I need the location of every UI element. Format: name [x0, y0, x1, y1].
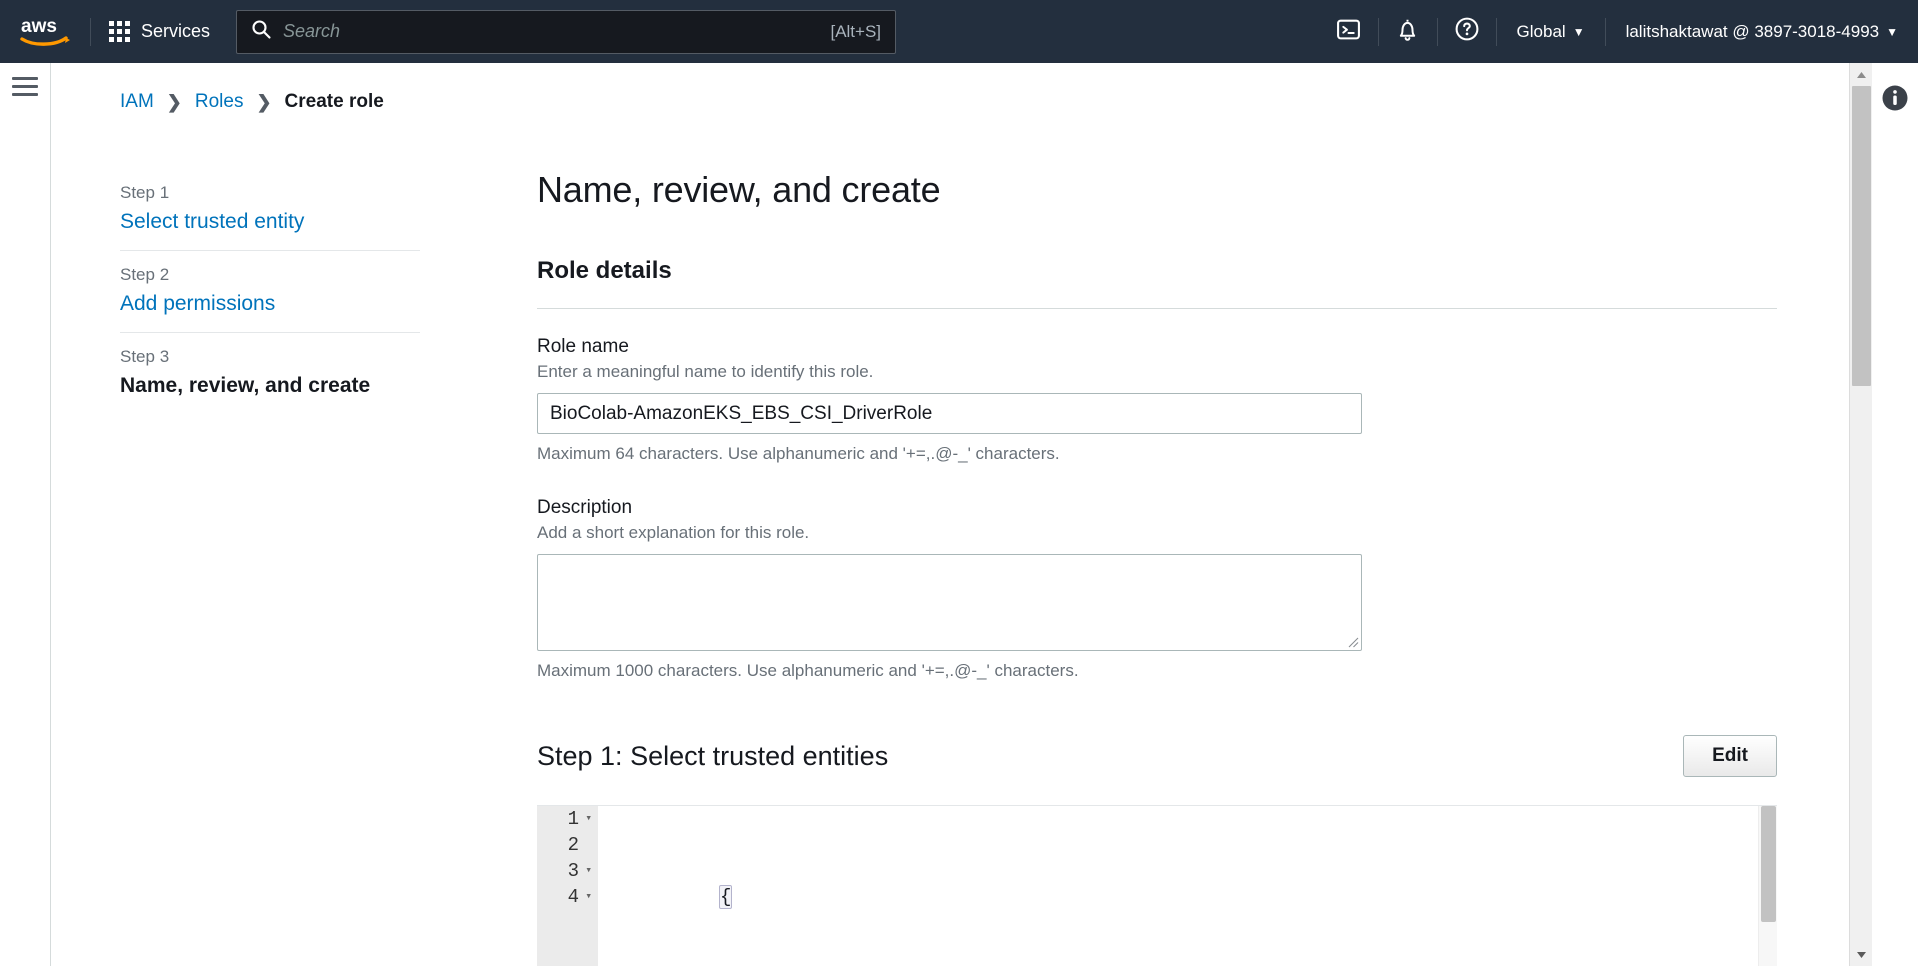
section-divider: [537, 308, 1777, 309]
breadcrumb: IAM ❯ Roles ❯ Create role: [120, 91, 384, 113]
step-number: Step 1: [120, 183, 170, 202]
step-nav-item-2[interactable]: Step 2 Add permissions: [120, 250, 420, 332]
question-circle-icon: [1454, 16, 1480, 47]
role-details-heading: Role details: [537, 257, 672, 284]
chevron-down-icon: ▼: [1886, 24, 1898, 39]
description-description: Add a short explanation for this role.: [537, 523, 810, 542]
chevron-down-icon: ▼: [1572, 24, 1585, 39]
trust-policy-json-editor[interactable]: 1 ▾ 2 3 ▾ 4 ▾ {: [537, 805, 1777, 966]
breadcrumb-item-roles[interactable]: Roles: [195, 91, 244, 113]
info-circle-icon: [1880, 85, 1910, 117]
step-label: Name, review, and create: [120, 374, 371, 397]
left-rail: [0, 63, 51, 966]
cloudshell-button[interactable]: [1320, 0, 1378, 63]
edit-button[interactable]: Edit: [1683, 735, 1777, 777]
description-textarea-wrapper: [537, 554, 1362, 651]
role-name-field-group: Role name Enter a meaningful name to ide…: [537, 336, 1777, 464]
line-number: 4: [567, 886, 579, 908]
line-number-row[interactable]: 2: [537, 832, 598, 858]
step1-review-header: Step 1: Select trusted entities Edit: [537, 735, 1777, 777]
services-menu-button[interactable]: Services: [91, 0, 228, 63]
aws-logo[interactable]: aws: [0, 0, 90, 63]
scroll-up-button[interactable]: [1850, 63, 1873, 86]
svg-text:aws: aws: [21, 16, 57, 37]
region-selector[interactable]: Global ▼: [1497, 0, 1605, 63]
code-line: {: [606, 858, 1777, 909]
description-hint: Maximum 1000 characters. Use alphanumeri…: [537, 661, 1079, 680]
step1-review-heading: Step 1: Select trusted entities: [537, 740, 889, 771]
fold-toggle-icon[interactable]: ▾: [583, 858, 592, 884]
steps-navigation: Step 1 Select trusted entity Step 2 Add …: [120, 169, 420, 414]
notifications-button[interactable]: [1379, 0, 1437, 63]
step-label[interactable]: Select trusted entity: [120, 210, 420, 234]
help-button[interactable]: [1438, 0, 1496, 63]
nav-right-cluster: Global ▼ lalitshaktawat @ 3897-3018-4993…: [1320, 0, 1918, 63]
account-label: lalitshaktawat @ 3897-3018-4993: [1625, 21, 1880, 41]
fold-toggle-icon[interactable]: ▾: [583, 884, 592, 910]
page-title: Name, review, and create: [537, 169, 941, 210]
editor-scrollbar-thumb[interactable]: [1761, 806, 1776, 922]
step-number: Step 2: [120, 265, 170, 284]
step-number: Step 3: [120, 347, 170, 366]
fold-toggle-icon[interactable]: ▾: [583, 806, 592, 832]
breadcrumb-item-create-role: Create role: [284, 91, 384, 112]
hamburger-menu-icon[interactable]: [12, 72, 40, 100]
role-name-description: Enter a meaningful name to identify this…: [537, 362, 874, 381]
right-rail: [1872, 63, 1918, 966]
step-nav-item-3[interactable]: Step 3 Name, review, and create: [120, 332, 420, 414]
breadcrumb-item-iam[interactable]: IAM: [120, 91, 154, 113]
scroll-down-button[interactable]: [1850, 943, 1873, 966]
line-number-row[interactable]: 4 ▾: [537, 884, 598, 910]
step-nav-item-1[interactable]: Step 1 Select trusted entity: [120, 169, 420, 250]
page-content: IAM ❯ Roles ❯ Create role Step 1 Select …: [52, 63, 1900, 966]
window-vertical-scrollbar[interactable]: [1849, 63, 1873, 966]
description-field-group: Description Add a short explanation for …: [537, 497, 1777, 681]
search-input[interactable]: [283, 21, 831, 42]
info-panel-button[interactable]: [1880, 83, 1910, 113]
code-token: {: [718, 885, 733, 909]
region-label: Global: [1516, 21, 1566, 41]
editor-line-number-gutter: 1 ▾ 2 3 ▾ 4 ▾: [537, 806, 598, 966]
line-number: 1: [567, 808, 579, 830]
top-navigation-bar: aws Services [Alt+S]: [0, 0, 1918, 63]
description-textarea[interactable]: [537, 554, 1362, 651]
services-label: Services: [141, 21, 211, 41]
description-label: Description: [537, 497, 633, 518]
grid-icon: [109, 21, 130, 42]
window-scrollbar-thumb[interactable]: [1852, 86, 1871, 386]
line-number-row[interactable]: 1 ▾: [537, 806, 598, 832]
role-name-input[interactable]: [537, 393, 1362, 434]
role-name-label: Role name: [537, 336, 629, 357]
editor-vertical-scrollbar[interactable]: [1758, 806, 1777, 966]
step-label[interactable]: Add permissions: [120, 292, 420, 316]
cloudshell-terminal-icon: [1336, 17, 1361, 47]
breadcrumb-separator-icon: ❯: [256, 91, 272, 112]
global-search-bar[interactable]: [Alt+S]: [236, 9, 897, 54]
line-number: 3: [567, 860, 579, 882]
account-menu[interactable]: lalitshaktawat @ 3897-3018-4993 ▼: [1606, 0, 1918, 63]
role-name-hint: Maximum 64 characters. Use alphanumeric …: [537, 444, 1060, 463]
line-number: 2: [567, 834, 579, 856]
main-column: Name, review, and create Role details Ro…: [537, 169, 1777, 966]
search-icon: [251, 19, 271, 44]
search-shortcut-hint: [Alt+S]: [830, 21, 882, 41]
code-line: "Version": "2012-10-17",: [606, 936, 1777, 966]
line-number-row[interactable]: 3 ▾: [537, 858, 598, 884]
breadcrumb-separator-icon: ❯: [166, 91, 182, 112]
editor-code-area[interactable]: { "Version": "2012-10-17", "Statement": …: [598, 806, 1777, 966]
bell-icon: [1395, 17, 1420, 47]
